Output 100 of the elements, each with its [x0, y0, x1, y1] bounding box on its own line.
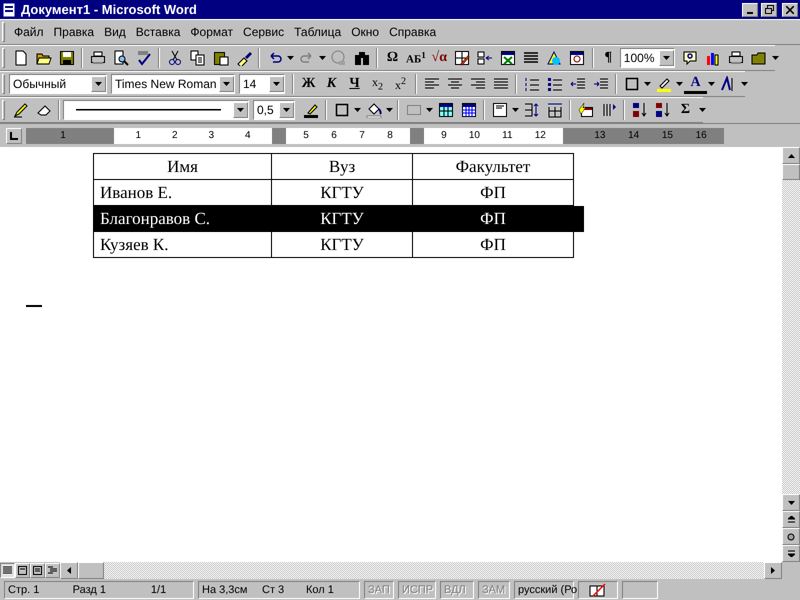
tab-stop-button[interactable] — [6, 128, 22, 144]
border-color-icon[interactable] — [302, 102, 318, 118]
language-indicator[interactable]: русский (Ро — [518, 584, 578, 596]
equation-button[interactable]: √α — [428, 47, 451, 69]
border-icon[interactable] — [624, 76, 640, 92]
caret-icon[interactable] — [740, 82, 748, 86]
minimize-button[interactable] — [742, 2, 758, 16]
menu-item[interactable]: Сервис — [238, 25, 290, 39]
menu-item[interactable]: Вставка — [130, 25, 186, 39]
binoculars-icon[interactable] — [354, 50, 370, 66]
menu-item[interactable]: Справка — [384, 25, 442, 39]
style-combo[interactable]: Обычный — [9, 74, 107, 94]
caret-icon[interactable] — [386, 108, 393, 112]
scroll-thumb[interactable] — [782, 164, 800, 180]
view-button[interactable] — [0, 563, 15, 578]
numbered-list-icon[interactable] — [524, 76, 540, 92]
caret-icon[interactable] — [662, 56, 670, 60]
caret-icon[interactable] — [426, 108, 433, 112]
spreadsheet-icon[interactable] — [500, 50, 516, 66]
caret-icon[interactable] — [354, 108, 361, 112]
column-marker[interactable] — [100, 128, 114, 144]
browse-object-button[interactable] — [782, 528, 800, 545]
scroll-down-button[interactable] — [782, 494, 800, 511]
columns-icon[interactable] — [523, 50, 540, 66]
table-insert-icon[interactable] — [477, 50, 494, 66]
scroll-right-button[interactable] — [764, 562, 782, 579]
document-map-icon[interactable] — [569, 50, 586, 66]
bold-button[interactable]: Ж — [297, 73, 320, 95]
bar-chart-icon[interactable] — [705, 50, 722, 66]
zoom-combo[interactable]: 100% — [620, 48, 675, 68]
format-brush-icon[interactable] — [236, 50, 252, 66]
paint-bucket-icon[interactable] — [366, 102, 382, 118]
spellcheck-icon[interactable] — [136, 50, 152, 66]
caret-icon[interactable] — [283, 108, 290, 112]
vertical-scrollbar[interactable] — [782, 147, 800, 562]
caret-icon[interactable] — [287, 56, 294, 60]
scroll-left-button[interactable] — [60, 562, 78, 579]
column-marker[interactable] — [410, 128, 424, 144]
font-size-combo[interactable]: 14 — [239, 74, 285, 94]
caret-icon[interactable] — [644, 82, 651, 86]
distribute-columns-icon[interactable] — [546, 102, 562, 118]
subscript-button[interactable]: x$_{2}$ — [366, 73, 389, 95]
previous-page-button[interactable] — [782, 511, 800, 528]
menu-item[interactable]: Файл — [9, 25, 49, 39]
table-pencil-icon[interactable] — [454, 50, 470, 66]
show-formatting-button[interactable]: ¶ — [596, 47, 620, 69]
italic-button[interactable]: К — [320, 73, 343, 95]
text-orientation-icon[interactable] — [600, 102, 616, 118]
horizontal-scrollbar[interactable] — [78, 562, 764, 579]
copy-icon[interactable] — [190, 50, 206, 66]
caret-icon[interactable] — [708, 82, 715, 86]
caret-icon[interactable] — [223, 82, 230, 86]
sort-descending-icon[interactable] — [654, 102, 670, 118]
restore-button[interactable] — [761, 2, 777, 16]
save-icon[interactable] — [58, 50, 74, 66]
printer-icon[interactable] — [728, 50, 744, 66]
caret-icon[interactable] — [273, 82, 280, 86]
underline-button[interactable]: Ч — [343, 73, 366, 95]
symbol-button[interactable]: Ω — [381, 47, 404, 69]
menu-item[interactable]: Вид — [99, 25, 131, 39]
highlighter-icon[interactable] — [656, 76, 672, 92]
caret-icon[interactable] — [698, 108, 706, 112]
border-icon[interactable] — [334, 102, 350, 118]
caret-icon[interactable] — [676, 82, 683, 86]
pencil-icon[interactable] — [12, 102, 28, 118]
bullet-list-icon[interactable] — [546, 76, 562, 92]
print-preview-icon[interactable] — [112, 50, 128, 66]
superscript-button[interactable]: x$^{2}$ — [389, 73, 412, 95]
table-autoformat-icon[interactable] — [578, 102, 594, 118]
caret-icon[interactable] — [772, 56, 780, 60]
table-grid-icon[interactable] — [460, 102, 476, 118]
spelling-status-icon[interactable] — [589, 582, 607, 596]
scroll-up-button[interactable] — [782, 147, 800, 164]
menu-item[interactable]: Окно — [346, 25, 384, 39]
menu-item[interactable]: Правка — [48, 25, 100, 39]
caps-button[interactable]: АБ$^{1}$ — [404, 47, 428, 69]
font-color-button[interactable]: A — [684, 74, 707, 94]
folder-icon[interactable] — [751, 50, 768, 66]
next-page-button[interactable] — [782, 545, 800, 562]
font-combo[interactable]: Times New Roman — [111, 74, 235, 94]
clipboard-icon[interactable] — [212, 50, 228, 66]
sort-ascending-icon[interactable] — [632, 102, 648, 118]
printer-icon[interactable] — [90, 50, 106, 66]
line-weight-combo[interactable]: 0,5 — [253, 100, 295, 120]
autosum-button[interactable]: Σ — [674, 99, 697, 121]
caret-icon[interactable] — [319, 56, 326, 60]
new-document-icon[interactable] — [12, 50, 28, 66]
cell-align-icon[interactable] — [492, 102, 508, 118]
line-style-combo[interactable] — [63, 100, 249, 120]
scissors-icon[interactable] — [166, 50, 182, 66]
menu-item[interactable]: Таблица — [289, 25, 346, 39]
distribute-rows-icon[interactable] — [524, 102, 540, 118]
close-button[interactable] — [782, 2, 798, 16]
shapes-icon[interactable] — [546, 50, 562, 66]
caret-icon[interactable] — [512, 108, 519, 112]
insert-table-icon[interactable] — [438, 102, 454, 118]
caret-icon[interactable] — [95, 82, 102, 86]
caret-icon[interactable] — [237, 108, 244, 112]
menu-item[interactable]: Формат — [185, 25, 238, 39]
text-direction-icon[interactable] — [720, 76, 736, 92]
